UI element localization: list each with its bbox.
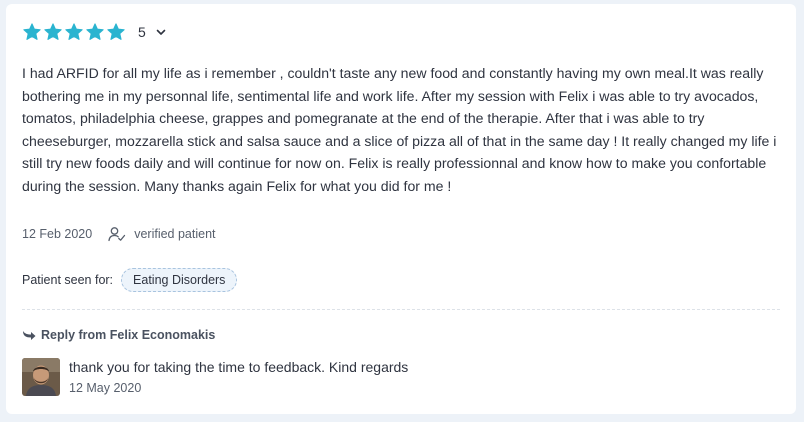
star-icon bbox=[22, 22, 42, 42]
reply-text: thank you for taking the time to feedbac… bbox=[69, 359, 409, 375]
star-icon bbox=[106, 22, 126, 42]
star-rating bbox=[22, 22, 126, 42]
review-date: 12 Feb 2020 bbox=[22, 227, 93, 241]
user-check-icon bbox=[108, 226, 126, 242]
divider bbox=[22, 309, 780, 310]
rating-row: 5 bbox=[22, 22, 167, 42]
reply-date: 12 May 2020 bbox=[69, 381, 142, 395]
review-meta: 12 Feb 2020 verified patient bbox=[22, 226, 216, 242]
star-icon bbox=[85, 22, 105, 42]
star-icon bbox=[64, 22, 84, 42]
reply-heading: Reply from Felix Economakis bbox=[22, 328, 215, 342]
verified-label: verified patient bbox=[134, 227, 216, 241]
rating-score: 5 bbox=[138, 24, 146, 40]
review-card: 5 I had ARFID for all my life as i remem… bbox=[6, 4, 796, 414]
star-icon bbox=[43, 22, 63, 42]
seen-for-label: Patient seen for: bbox=[22, 273, 114, 287]
avatar bbox=[22, 358, 60, 396]
reply-heading-text: Reply from Felix Economakis bbox=[41, 328, 216, 342]
chevron-down-icon[interactable] bbox=[155, 26, 167, 38]
reply-arrow-icon bbox=[22, 329, 36, 341]
review-text: I had ARFID for all my life as i remembe… bbox=[22, 65, 777, 194]
patient-seen-for: Patient seen for: Eating Disorders bbox=[22, 268, 238, 292]
condition-badge[interactable]: Eating Disorders bbox=[121, 268, 238, 292]
